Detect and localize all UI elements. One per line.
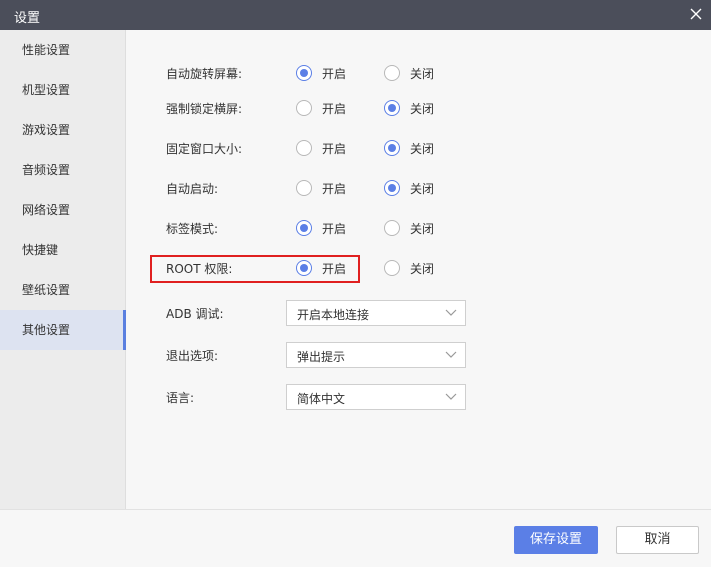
auto-start-off-radio[interactable]: [384, 180, 400, 196]
fixed-window-size-label: 固定窗口大小:: [166, 142, 243, 156]
root-permission-off-radio[interactable]: [384, 260, 400, 276]
force-landscape-off-label[interactable]: 关闭: [410, 100, 434, 117]
exit-option-label: 退出选项:: [166, 349, 219, 363]
auto-rotate-label: 自动旋转屏幕:: [166, 67, 243, 81]
language-select[interactable]: 简体中文: [286, 384, 466, 410]
window-title: 设置: [14, 11, 41, 26]
sidebar-item-device-model[interactable]: 机型设置: [0, 70, 125, 110]
adb-debug-select[interactable]: 开启本地连接: [286, 300, 466, 326]
force-landscape-label: 强制锁定横屏:: [166, 102, 243, 116]
root-permission-on-radio[interactable]: [296, 260, 312, 276]
sidebar-item-game[interactable]: 游戏设置: [0, 110, 125, 150]
root-permission-off-label[interactable]: 关闭: [410, 260, 434, 277]
auto-rotate-off-label[interactable]: 关闭: [410, 65, 434, 82]
auto-rotate-on-radio[interactable]: [296, 65, 312, 81]
chevron-down-icon: [445, 351, 457, 358]
adb-debug-label: ADB 调试:: [166, 307, 224, 321]
chevron-down-icon: [445, 309, 457, 316]
auto-rotate-off-radio[interactable]: [384, 65, 400, 81]
auto-start-off-label[interactable]: 关闭: [410, 180, 434, 197]
sidebar-item-performance[interactable]: 性能设置: [0, 30, 125, 70]
sidebar: 性能设置 机型设置 游戏设置 音频设置 网络设置 快捷键 壁纸设置 其他设置: [0, 30, 126, 509]
exit-option-value: 弹出提示: [297, 350, 346, 364]
language-value: 简体中文: [297, 392, 346, 406]
sidebar-item-audio[interactable]: 音频设置: [0, 150, 125, 190]
sidebar-item-shortcuts[interactable]: 快捷键: [0, 230, 125, 270]
auto-rotate-on-label[interactable]: 开启: [322, 65, 346, 82]
fixed-window-size-on-radio[interactable]: [296, 140, 312, 156]
language-label: 语言:: [166, 391, 195, 405]
auto-start-label: 自动启动:: [166, 182, 219, 196]
force-landscape-on-radio[interactable]: [296, 100, 312, 116]
settings-panel: 自动旋转屏幕: 开启 关闭 强制锁定横屏: 开启 关闭 固定窗口大小: 开启 关…: [126, 30, 711, 509]
fixed-window-size-off-radio[interactable]: [384, 140, 400, 156]
fixed-window-size-on-label[interactable]: 开启: [322, 140, 346, 157]
force-landscape-off-radio[interactable]: [384, 100, 400, 116]
tab-mode-on-radio[interactable]: [296, 220, 312, 236]
auto-start-on-radio[interactable]: [296, 180, 312, 196]
fixed-window-size-off-label[interactable]: 关闭: [410, 140, 434, 157]
sidebar-item-other[interactable]: 其他设置: [0, 310, 126, 350]
sidebar-item-network[interactable]: 网络设置: [0, 190, 125, 230]
dialog-footer: 保存设置 取消: [0, 509, 711, 567]
force-landscape-on-label[interactable]: 开启: [322, 100, 346, 117]
tab-mode-label: 标签模式:: [166, 222, 219, 236]
root-permission-label: ROOT 权限:: [166, 262, 233, 276]
adb-debug-value: 开启本地连接: [297, 308, 370, 322]
save-button[interactable]: 保存设置: [514, 526, 598, 554]
root-permission-on-label[interactable]: 开启: [322, 260, 346, 277]
close-icon[interactable]: [687, 5, 705, 23]
tab-mode-off-label[interactable]: 关闭: [410, 220, 434, 237]
chevron-down-icon: [445, 393, 457, 400]
title-bar: 设置: [0, 0, 711, 30]
sidebar-item-wallpaper[interactable]: 壁纸设置: [0, 270, 125, 310]
tab-mode-off-radio[interactable]: [384, 220, 400, 236]
tab-mode-on-label[interactable]: 开启: [322, 220, 346, 237]
exit-option-select[interactable]: 弹出提示: [286, 342, 466, 368]
auto-start-on-label[interactable]: 开启: [322, 180, 346, 197]
cancel-button[interactable]: 取消: [616, 526, 699, 554]
